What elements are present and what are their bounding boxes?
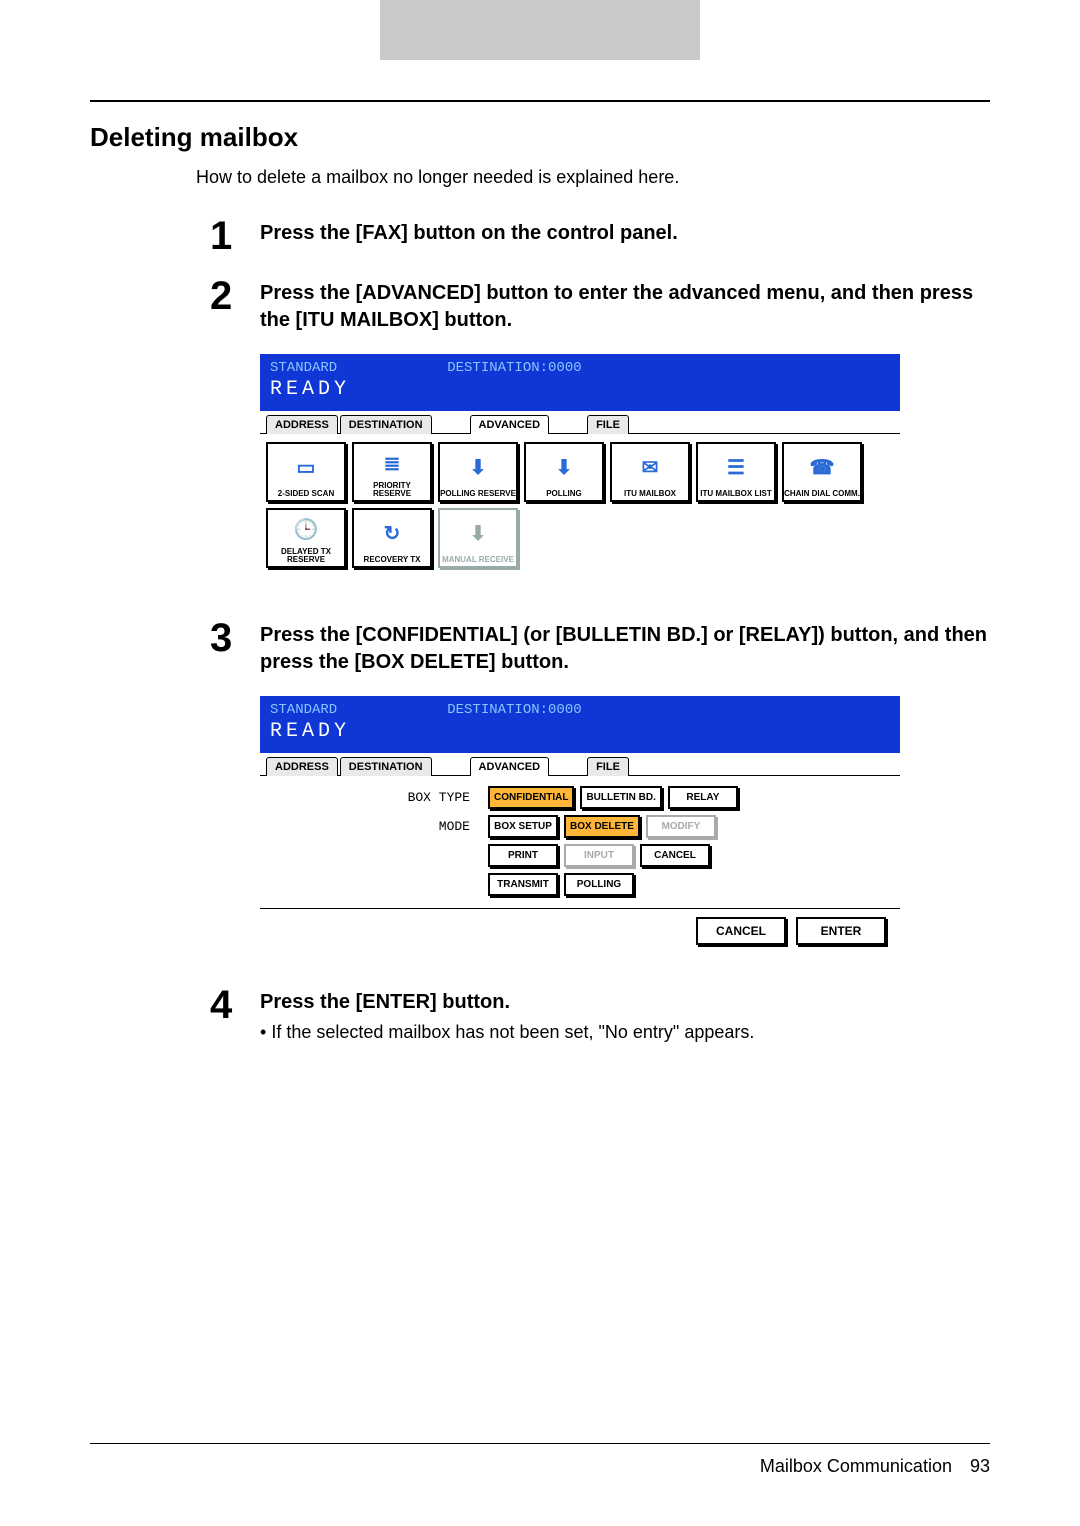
page-footer: Mailbox Communication 93 — [90, 1456, 990, 1507]
download-icon: ⬇ — [470, 444, 487, 490]
btn-chain-dial[interactable]: ☎ CHAIN DIAL COMM. — [782, 442, 862, 502]
step-number: 2 — [210, 276, 250, 316]
tab-bar: ADDRESS DESTINATION ADVANCED FILE — [260, 411, 900, 434]
screenshot-advanced-menu: STANDARD DESTINATION:0000 READY ADDRESS … — [260, 354, 900, 588]
header-ready: READY — [270, 720, 890, 743]
step-title: Press the [ENTER] button. — [260, 989, 990, 1016]
top-gray-bar — [380, 0, 700, 60]
tab-spacer — [551, 415, 585, 434]
btn-cancel[interactable]: CANCEL — [696, 917, 786, 945]
mailbox-icon: ✉ — [642, 444, 659, 490]
btn-enter[interactable]: ENTER — [796, 917, 886, 945]
header-destination: DESTINATION:0000 — [447, 360, 581, 376]
section-title: Deleting mailbox — [90, 122, 990, 153]
btn-manual-receive[interactable]: ⬇ MANUAL RECEIVE — [438, 508, 518, 568]
btn-modify[interactable]: MODIFY — [646, 815, 716, 838]
footer-rule — [90, 1443, 990, 1444]
btn-confidential[interactable]: CONFIDENTIAL — [488, 786, 574, 809]
tab-address[interactable]: ADDRESS — [266, 757, 338, 776]
step-3: 3 Press the [CONFIDENTIAL] (or [BULLETIN… — [210, 618, 990, 676]
top-rule — [90, 100, 990, 102]
btn-input[interactable]: INPUT — [564, 844, 634, 867]
step-number: 4 — [210, 985, 250, 1025]
header-destination: DESTINATION:0000 — [447, 702, 581, 718]
step-bullet: If the selected mailbox has not been set… — [260, 1022, 990, 1043]
tab-spacer — [551, 757, 585, 776]
tab-file[interactable]: FILE — [587, 415, 629, 434]
tab-bar: ADDRESS DESTINATION ADVANCED FILE — [260, 753, 900, 776]
tab-destination[interactable]: DESTINATION — [340, 415, 432, 434]
btn-itu-mailbox[interactable]: ✉ ITU MAILBOX — [610, 442, 690, 502]
btn-box-setup[interactable]: BOX SETUP — [488, 815, 558, 838]
btn-relay[interactable]: RELAY — [668, 786, 738, 809]
mailbox-list-icon: ☰ — [727, 444, 745, 490]
btn-itu-mailbox-list[interactable]: ☰ ITU MAILBOX LIST — [696, 442, 776, 502]
label-mode: MODE — [270, 819, 482, 834]
step-number: 3 — [210, 618, 250, 658]
tab-advanced[interactable]: ADVANCED — [470, 757, 550, 776]
advanced-grid: ▭ 2-SIDED SCAN ≣ PRIORITY RESERVE ⬇ POLL… — [260, 433, 900, 588]
btn-2sided-scan[interactable]: ▭ 2-SIDED SCAN — [266, 442, 346, 502]
step-number: 1 — [210, 216, 250, 256]
btn-box-delete[interactable]: BOX DELETE — [564, 815, 640, 838]
step-title: Press the [ADVANCED] button to enter the… — [260, 280, 990, 334]
btn-priority-reserve[interactable]: ≣ PRIORITY RESERVE — [352, 442, 432, 502]
clock-icon: 🕒 — [294, 510, 319, 548]
btn-cancel-mode[interactable]: CANCEL — [640, 844, 710, 867]
btn-recovery-tx[interactable]: ↻ RECOVERY TX — [352, 508, 432, 568]
label-box-type: BOX TYPE — [270, 790, 482, 805]
btn-polling[interactable]: POLLING — [564, 873, 634, 896]
mailbox-panel: BOX TYPE CONFIDENTIAL BULLETIN BD. RELAY… — [260, 775, 900, 908]
footer-chapter: Mailbox Communication — [760, 1456, 952, 1477]
btn-bulletin-bd[interactable]: BULLETIN BD. — [580, 786, 661, 809]
step-title: Press the [CONFIDENTIAL] (or [BULLETIN B… — [260, 622, 990, 676]
screenshot-box-delete: STANDARD DESTINATION:0000 READY ADDRESS … — [260, 696, 900, 955]
btn-transmit[interactable]: TRANSMIT — [488, 873, 558, 896]
screen-header: STANDARD DESTINATION:0000 READY — [260, 354, 900, 409]
list-icon: ≣ — [384, 444, 401, 482]
step-title: Press the [FAX] button on the control pa… — [260, 220, 990, 247]
chain-icon: ☎ — [810, 444, 835, 490]
tab-file[interactable]: FILE — [587, 757, 629, 776]
tab-destination[interactable]: DESTINATION — [340, 757, 432, 776]
footer-page: 93 — [970, 1456, 990, 1477]
header-ready: READY — [270, 378, 890, 401]
btn-delayed-tx[interactable]: 🕒 DELAYED TX RESERVE — [266, 508, 346, 568]
btn-polling[interactable]: ⬇ POLLING — [524, 442, 604, 502]
tab-advanced[interactable]: ADVANCED — [470, 415, 550, 434]
step-4: 4 Press the [ENTER] button. If the selec… — [210, 985, 990, 1043]
tab-address[interactable]: ADDRESS — [266, 415, 338, 434]
header-standard: STANDARD — [270, 360, 337, 376]
scan-icon: ▭ — [297, 444, 316, 490]
recovery-icon: ↻ — [384, 510, 401, 556]
btn-print[interactable]: PRINT — [488, 844, 558, 867]
step-1: 1 Press the [FAX] button on the control … — [210, 216, 990, 256]
polling-icon: ⬇ — [556, 444, 573, 490]
receive-icon: ⬇ — [470, 510, 487, 556]
tab-spacer — [434, 757, 468, 776]
step-2: 2 Press the [ADVANCED] button to enter t… — [210, 276, 990, 334]
dialog-footer: CANCEL ENTER — [260, 908, 900, 955]
btn-polling-reserve[interactable]: ⬇ POLLING RESERVE — [438, 442, 518, 502]
header-standard: STANDARD — [270, 702, 337, 718]
tab-spacer — [434, 415, 468, 434]
intro-text: How to delete a mailbox no longer needed… — [196, 167, 990, 188]
screen-header: STANDARD DESTINATION:0000 READY — [260, 696, 900, 751]
